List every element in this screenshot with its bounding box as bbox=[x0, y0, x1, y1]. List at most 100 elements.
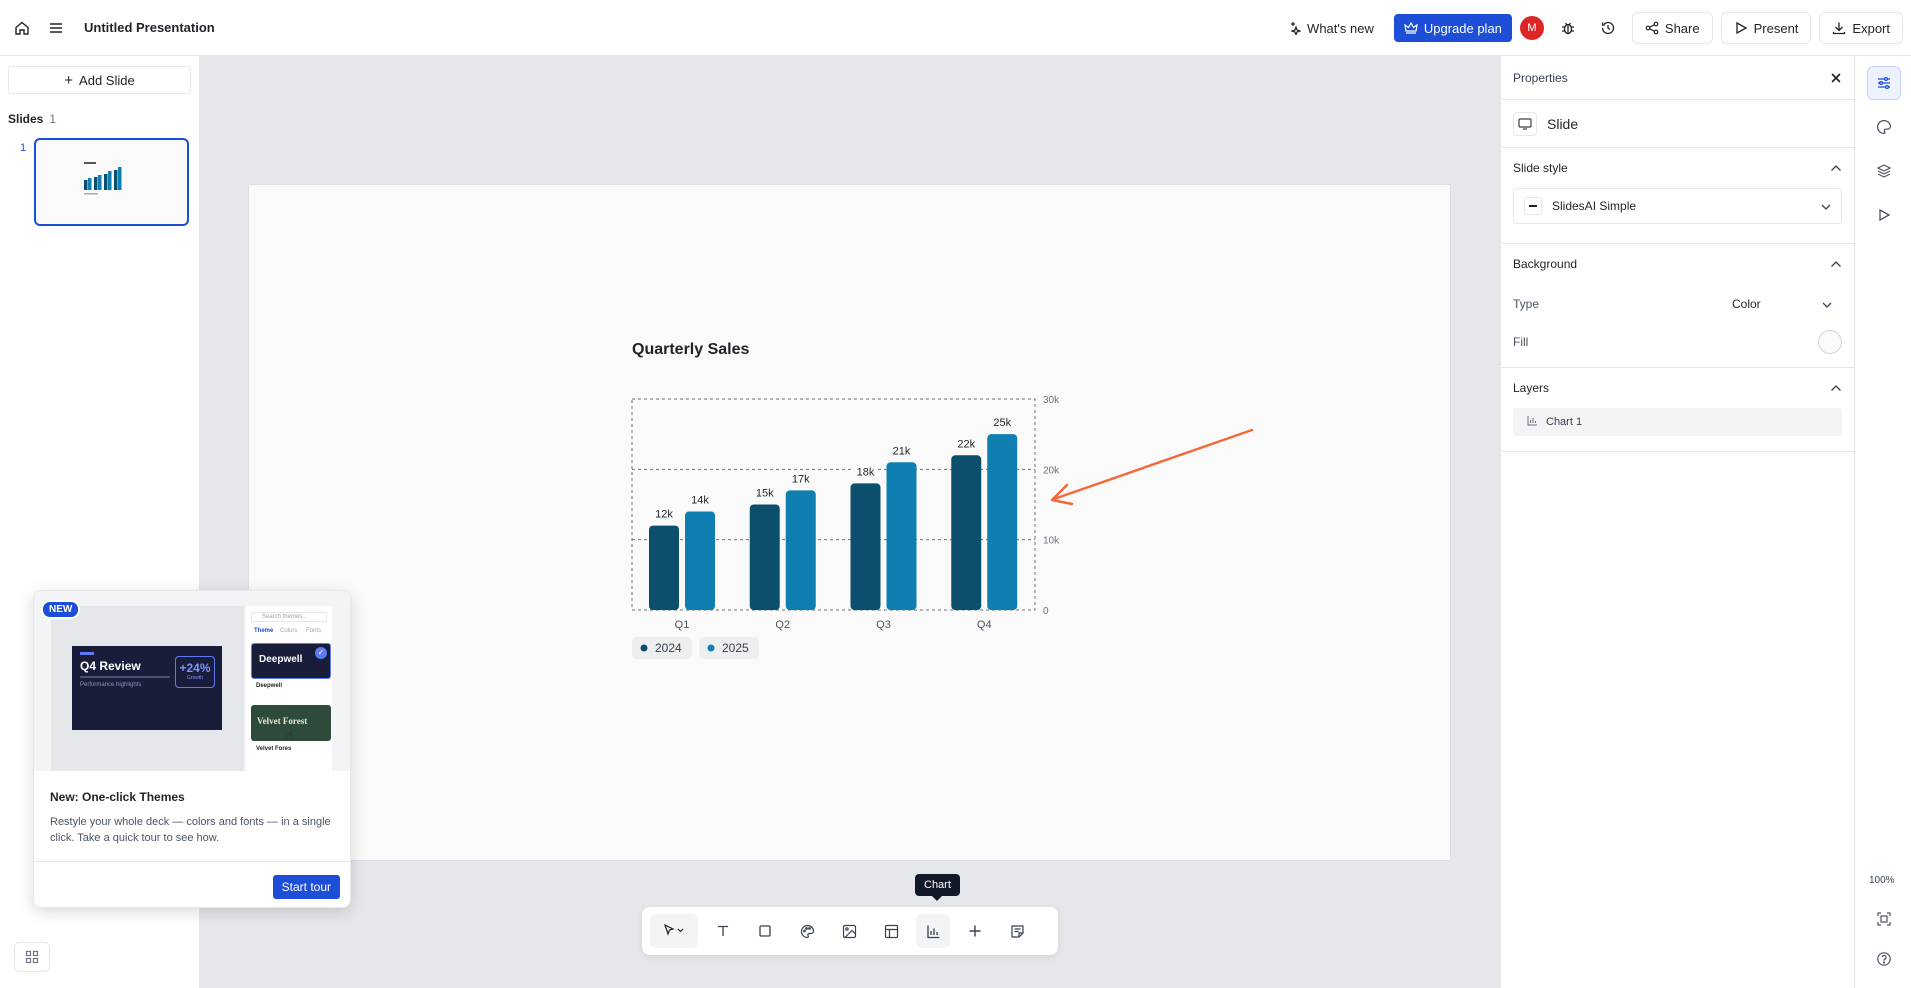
export-label: Export bbox=[1852, 20, 1890, 36]
preview-slide-card: Q4 Review Performance highlights +24% Gr… bbox=[72, 646, 222, 730]
layer-item-label: Chart 1 bbox=[1546, 416, 1583, 428]
chevron-up-icon[interactable] bbox=[1830, 381, 1842, 395]
export-button[interactable]: Export bbox=[1819, 12, 1903, 44]
shape-tool-icon[interactable] bbox=[748, 914, 782, 948]
element-type-section: Slide bbox=[1501, 100, 1854, 148]
preview-theme-velvet-name: Velvet Fores bbox=[256, 746, 292, 752]
chart[interactable]: Quarterly Sales 0 10k 20k 30k 12k 14k 15k 17k 1… bbox=[249, 185, 1452, 862]
background-section: Background Type Color Fill bbox=[1501, 244, 1854, 368]
crown-icon bbox=[1404, 21, 1418, 34]
chevron-up-icon[interactable] bbox=[1830, 161, 1842, 175]
y-tick-label: 30k bbox=[1043, 395, 1060, 406]
data-label: 22k bbox=[957, 438, 975, 450]
properties-header: Properties bbox=[1501, 56, 1854, 100]
bar-2025-Q4 bbox=[987, 434, 1018, 610]
fill-color-swatch[interactable] bbox=[1818, 330, 1842, 354]
palette-icon[interactable] bbox=[790, 914, 824, 948]
image-tool-icon[interactable] bbox=[832, 914, 866, 948]
fit-screen-icon[interactable] bbox=[1867, 902, 1901, 936]
present-label: Present bbox=[1753, 20, 1799, 36]
select-tool[interactable] bbox=[650, 914, 698, 948]
present-button[interactable]: Present bbox=[1720, 12, 1812, 44]
cursor-icon: ☝ bbox=[286, 728, 294, 742]
slide-style-dropdown[interactable]: SlidesAI Simple bbox=[1513, 188, 1842, 224]
home-icon[interactable] bbox=[6, 12, 38, 44]
legend-swatch bbox=[640, 644, 648, 652]
data-label: 18k bbox=[857, 466, 875, 478]
bar-2024-Q4 bbox=[951, 455, 982, 610]
slide-style-label: Slide style bbox=[1513, 161, 1568, 175]
data-label: 25k bbox=[993, 417, 1011, 429]
slide-canvas[interactable]: Quarterly Sales 0 10k 20k 30k 12k 14k 15k 17k 1… bbox=[248, 184, 1451, 861]
slide-thumbnail[interactable] bbox=[34, 138, 189, 226]
upgrade-plan-button[interactable]: Upgrade plan bbox=[1393, 14, 1512, 42]
help-icon[interactable] bbox=[1867, 942, 1901, 976]
preview-stat-label: Growth bbox=[186, 675, 204, 681]
properties-title: Properties bbox=[1513, 70, 1568, 85]
theme-swatch-icon bbox=[1524, 197, 1542, 215]
bug-icon[interactable] bbox=[1552, 12, 1584, 44]
layer-item-chart[interactable]: Chart 1 bbox=[1513, 408, 1842, 436]
preview-tab-colors: Colors bbox=[280, 628, 298, 634]
bar-2025-Q3 bbox=[886, 462, 917, 610]
layers-icon[interactable] bbox=[1867, 154, 1901, 188]
background-type-dropdown[interactable]: Color bbox=[1722, 289, 1842, 319]
chevron-up-icon[interactable] bbox=[1830, 257, 1842, 271]
slide-style-section: Slide style SlidesAI Simple bbox=[1501, 148, 1854, 244]
slides-count: 1 bbox=[49, 112, 57, 126]
canvas-area[interactable]: Quarterly Sales 0 10k 20k 30k 12k 14k 15k 17k 1… bbox=[200, 56, 1500, 988]
bar-2025-Q2 bbox=[785, 490, 816, 610]
share-button[interactable]: Share bbox=[1631, 12, 1713, 44]
legend-swatch bbox=[707, 644, 715, 652]
y-tick-label: 10k bbox=[1043, 536, 1060, 547]
close-icon[interactable] bbox=[1830, 72, 1842, 84]
notes-icon[interactable] bbox=[1000, 914, 1034, 948]
theme-palette-icon[interactable] bbox=[1867, 110, 1901, 144]
y-tick-label: 20k bbox=[1043, 465, 1060, 476]
add-element-icon[interactable] bbox=[958, 914, 992, 948]
data-label: 12k bbox=[655, 509, 673, 521]
download-icon bbox=[1833, 22, 1846, 35]
chevron-down-icon bbox=[1821, 199, 1831, 213]
slide-number: 1 bbox=[20, 142, 27, 154]
chart-tooltip: Chart bbox=[915, 874, 960, 901]
avatar[interactable]: M bbox=[1519, 16, 1544, 40]
presentation-title[interactable]: Untitled Presentation bbox=[84, 20, 215, 35]
menu-icon[interactable] bbox=[40, 12, 72, 44]
popup-description: Restyle your whole deck — colors and fon… bbox=[50, 816, 331, 844]
chart-layer-icon bbox=[1527, 415, 1538, 429]
bar-2024-Q1 bbox=[649, 525, 679, 610]
text-tool-icon[interactable] bbox=[706, 914, 740, 948]
table-tool-icon[interactable] bbox=[874, 914, 908, 948]
whats-new-button[interactable]: What's new bbox=[1275, 12, 1386, 44]
grid-view-icon[interactable] bbox=[14, 942, 50, 972]
slides-heading: Slides 1 bbox=[8, 112, 56, 126]
fill-label: Fill bbox=[1513, 335, 1529, 349]
legend-label: 2024 bbox=[655, 641, 682, 655]
add-slide-button[interactable]: + Add Slide bbox=[8, 66, 191, 94]
popup-preview: Q4 Review Performance highlights +24% Gr… bbox=[34, 591, 350, 771]
new-badge: NEW bbox=[41, 600, 81, 619]
y-tick-label: 0 bbox=[1043, 606, 1049, 617]
bar-2025-Q1 bbox=[685, 511, 715, 610]
chart-tool-icon[interactable] bbox=[916, 914, 950, 948]
x-tick-label: Q3 bbox=[876, 619, 891, 631]
element-type-label: Slide bbox=[1547, 115, 1579, 132]
data-label: 21k bbox=[893, 445, 911, 457]
play-icon bbox=[1735, 21, 1747, 35]
slides-label: Slides bbox=[8, 112, 44, 126]
zoom-level[interactable]: 100% bbox=[1869, 875, 1895, 886]
add-slide-label: Add Slide bbox=[79, 72, 135, 88]
x-tick-label: Q2 bbox=[775, 619, 790, 631]
x-tick-label: Q4 bbox=[977, 619, 992, 631]
top-bar: Untitled Presentation What's new Upgrade… bbox=[0, 0, 1911, 56]
sparkle-icon bbox=[1290, 22, 1302, 35]
preview-card-subtitle: Performance highlights bbox=[80, 682, 142, 688]
properties-panel: Properties Slide Slide style SlidesAI Si… bbox=[1500, 56, 1854, 988]
animation-play-icon[interactable] bbox=[1867, 198, 1901, 232]
start-tour-button[interactable]: Start tour bbox=[272, 875, 340, 899]
history-icon[interactable] bbox=[1592, 12, 1624, 44]
properties-tab-icon[interactable] bbox=[1867, 66, 1901, 100]
slide-style-value: SlidesAI Simple bbox=[1552, 199, 1637, 213]
share-icon bbox=[1645, 21, 1659, 35]
